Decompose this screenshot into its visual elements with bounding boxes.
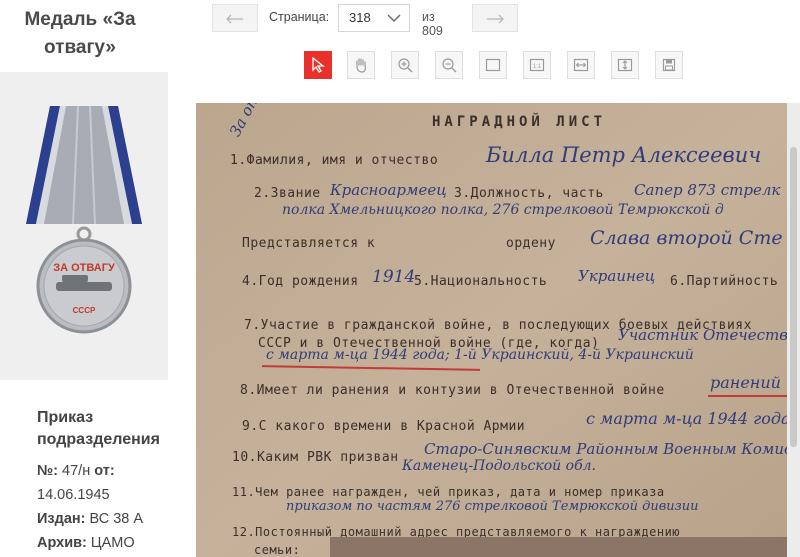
field-name-value: Билла Петр Алексеевич: [486, 143, 762, 167]
pointer-tool-button[interactable]: [304, 51, 332, 79]
document-heading: НАГРАДНОЙ ЛИСТ: [432, 114, 607, 130]
field-rvk-value-2: Каменец-Подольской обл.: [402, 458, 596, 474]
field-nationality-value: Украинец: [578, 267, 656, 285]
field-position-label: 3.Должность, часть: [454, 186, 604, 201]
award-title: Медаль «За отвагу»: [24, 9, 136, 58]
page-total: из 809: [422, 10, 443, 38]
arrow-right-icon: [487, 14, 504, 24]
field-unit-value: полка Хмельницкого полка, 276 стрелковой…: [282, 202, 724, 218]
arrow-left-icon: [226, 14, 243, 24]
fit-width-button[interactable]: [567, 51, 595, 79]
pointer-icon: [312, 57, 325, 73]
select-rectangle-button[interactable]: [479, 51, 507, 79]
rectangle-icon: [485, 58, 501, 72]
order-info: Приказ подразделения №: 47/н от: 14.06.1…: [37, 407, 167, 555]
medal-text: ЗА ОТВАГУ: [53, 262, 115, 274]
zoom-out-button[interactable]: [435, 51, 463, 79]
document-viewer[interactable]: НАГРАДНОЙ ЛИСТ За отв 1.Фамилия, имя и о…: [196, 103, 800, 557]
field-position-value: Сапер 873 стрелк: [634, 181, 781, 199]
zoom-out-icon: [442, 58, 457, 73]
field-nominated-value: Слава второй Сте: [590, 227, 783, 249]
fit-height-icon: [617, 58, 633, 72]
field-birth-year-value: 1914: [372, 267, 416, 287]
page-label: Страница:: [269, 10, 330, 24]
field-nominated-label: Представляется к: [242, 236, 376, 251]
field-wounds-label: 8.Имеет ли ранения и контузии в Отечеств…: [240, 383, 665, 398]
svg-text:1:1: 1:1: [533, 64, 542, 70]
field-service-value: с марта м-ца 1944 года: [586, 409, 791, 428]
field-rank-label: 2.Звание: [254, 186, 321, 201]
award-record-viewer: Медаль «За отвагу» ЗА ОТВАГУ СССР Приказ…: [0, 0, 800, 557]
field-name-label: 1.Фамилия, имя и отчество: [230, 153, 439, 168]
save-icon: [662, 58, 676, 72]
field-birth-year-label: 4.Год рождения: [242, 274, 359, 289]
hand-icon: [356, 58, 366, 73]
actual-size-button[interactable]: 1:1: [523, 51, 551, 79]
field-participation-value: Участник Отечеств: [618, 326, 788, 344]
order-archive: Архив: ЦАМО: [37, 535, 135, 551]
field-rank-value: Красноармеец: [330, 181, 447, 199]
field-rvk-value: Старо-Синявским Районным Военным Комисс: [424, 440, 800, 458]
sidebar: Медаль «За отвагу» ЗА ОТВАГУ СССР Приказ…: [0, 0, 168, 557]
order-date: 14.06.1945: [37, 487, 110, 503]
order-number: №: 47/н от:: [37, 463, 115, 479]
scrollbar-thumb[interactable]: [790, 147, 797, 447]
current-page: 318: [349, 10, 371, 25]
medal-za-otvagu-icon: ЗА ОТВАГУ СССР: [26, 106, 142, 334]
order-issued: Издан: ВС 38 А: [37, 511, 144, 527]
save-button[interactable]: [655, 51, 683, 79]
field-rvk-label: 10.Каким РВК призван: [232, 450, 399, 465]
field-nationality-label: 5.Национальность: [414, 274, 548, 289]
field-order-label: ордену: [506, 236, 556, 251]
field-awards-value: приказом по частям 276 стрелковой Темрюк…: [286, 499, 699, 514]
fit-width-icon: [573, 58, 589, 72]
actual-size-icon: 1:1: [529, 58, 545, 72]
hidden-region: [330, 537, 800, 557]
field-participation-value-2: с марта м-ца 1944 года; 1-й Украинский, …: [266, 347, 694, 363]
field-awards-label: 11.Чем ранее награжден, чей приказ, дата…: [232, 485, 665, 499]
viewer-scrollbar[interactable]: [787, 103, 800, 557]
fit-height-button[interactable]: [611, 51, 639, 79]
field-party-label: 6.Партийность: [670, 274, 779, 289]
hand-tool-button[interactable]: [347, 51, 375, 79]
field-family-label: семьи:: [254, 543, 301, 557]
page-select[interactable]: 318: [338, 4, 410, 32]
field-service-label: 9.С какого времени в Красной Армии: [242, 419, 526, 434]
order-title: Приказ подразделения: [37, 409, 160, 448]
medal-mark: СССР: [73, 306, 96, 315]
next-page-button[interactable]: [472, 4, 518, 32]
field-wounds-value: ранений: [710, 373, 781, 392]
red-underline-2: [708, 395, 788, 397]
prev-page-button[interactable]: [212, 4, 258, 32]
medal-image: ЗА ОТВАГУ СССР: [0, 72, 168, 380]
zoom-in-button[interactable]: [391, 51, 419, 79]
chevron-down-icon: [387, 14, 401, 22]
zoom-in-icon: [398, 58, 413, 73]
